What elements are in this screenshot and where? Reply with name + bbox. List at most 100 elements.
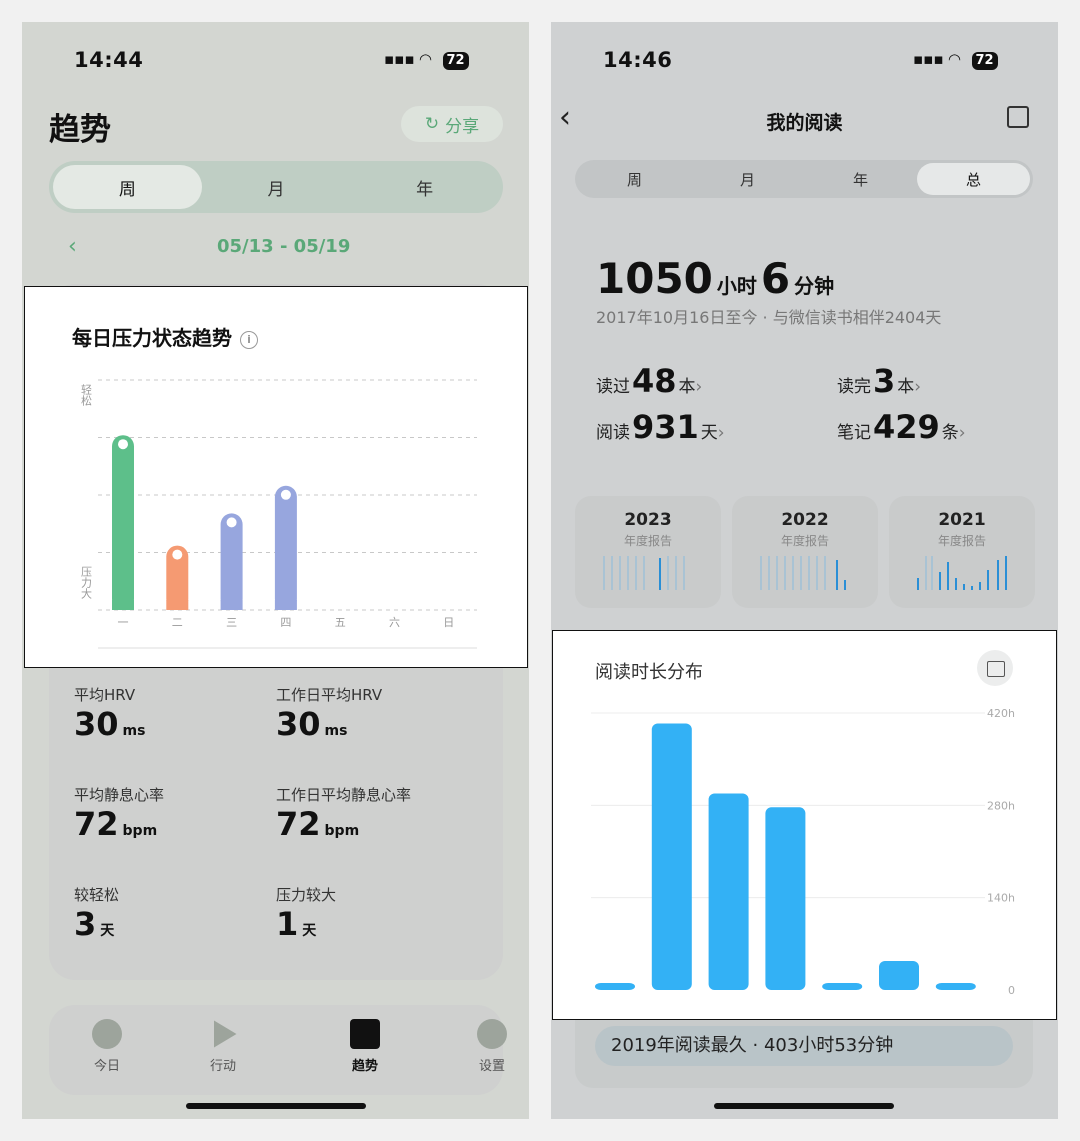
year-report-2023[interactable]: 2023 年度报告: [575, 496, 721, 608]
year-report-2022[interactable]: 2022 年度报告: [732, 496, 878, 608]
wifi-icon: ◠: [419, 50, 432, 68]
chevron-left-icon[interactable]: ‹: [68, 234, 77, 259]
chart-bar: [220, 513, 243, 610]
chart-bar: [935, 983, 976, 990]
trend-icon: [350, 1019, 380, 1049]
x-tick-label: 五: [335, 616, 346, 629]
period-segmented-control: 周 月 年: [49, 161, 503, 213]
stat-books-finished[interactable]: 读完3 本›: [837, 362, 921, 400]
chart-bar: [765, 807, 806, 990]
export-icon[interactable]: [1007, 106, 1029, 128]
phone-right-screen: 14:46 ▪▪▪ ◠ 72 ‹ 我的阅读 周 月 年 总 1050 小时6 分钟 …: [551, 22, 1058, 1119]
wifi-icon: ◠: [948, 50, 961, 68]
chart-bar: [112, 435, 134, 610]
chart-bar: [822, 983, 863, 990]
chart-point: [226, 517, 237, 528]
tab-year[interactable]: 年: [804, 163, 917, 195]
home-indicator: [186, 1103, 366, 1109]
share-icon: ↻: [424, 114, 440, 134]
x-tick-label: 日: [443, 616, 454, 629]
chart-bar: [274, 485, 297, 610]
stress-chart: 轻松压力大一 二 三 四 五 六 日: [80, 379, 477, 649]
since-text: 2017年10月16日至今 · 与微信读书相伴2404天: [596, 308, 942, 327]
stat-books-read[interactable]: 读过48 本›: [596, 362, 702, 400]
stat-value: 30 ms: [276, 705, 348, 743]
stat-label: 平均静息心率: [74, 786, 165, 804]
stat-value: 3天: [74, 905, 115, 943]
y-tick-label: 0: [1008, 984, 1015, 997]
play-icon: [214, 1020, 237, 1048]
status-icons: ▪▪▪ ◠ 72: [913, 50, 998, 70]
chart-title: 每日压力状态趋势 i: [72, 322, 258, 351]
stat-notes[interactable]: 笔记429 条›: [837, 408, 966, 446]
x-tick-label: 六: [389, 616, 400, 629]
tab-week[interactable]: 周: [578, 163, 691, 195]
signal-icon: ▪▪▪: [384, 50, 415, 68]
x-tick-label: 二: [172, 616, 183, 629]
chart-bar-base: [220, 600, 243, 610]
mini-chart: [917, 556, 1007, 590]
signal-icon: ▪▪▪: [913, 50, 944, 68]
tab-total[interactable]: 总: [917, 163, 1030, 195]
x-tick-label: 一: [118, 616, 129, 629]
chart-point: [172, 549, 183, 560]
best-year-banner: 2019年阅读最久 · 403小时53分钟: [595, 1026, 1013, 1066]
tab-month[interactable]: 月: [691, 163, 804, 195]
battery-icon: 72: [442, 52, 469, 70]
stat-workday-hrv: 工作日平均HRV 30 ms: [276, 684, 382, 743]
info-icon[interactable]: i: [240, 331, 258, 349]
distribution-chart: 0140h280h420h201820192020202120222023202…: [591, 707, 1015, 997]
stat-label: 工作日平均HRV: [276, 686, 383, 704]
status-time: 14:46: [603, 48, 673, 72]
chart-point: [280, 489, 291, 500]
mini-chart: [760, 556, 846, 590]
mini-chart: [603, 556, 685, 590]
stat-value: 1天: [276, 905, 317, 943]
nav-title: 我的阅读: [766, 112, 843, 134]
period-segmented-control: 周 月 年 总: [575, 160, 1033, 198]
distribution-title: 阅读时长分布: [595, 662, 703, 683]
tab-action[interactable]: 行动: [188, 1019, 258, 1074]
y-tick-label: 420h: [987, 707, 1015, 720]
stat-value: 72 bpm: [276, 805, 360, 843]
stat-relaxed-days: 较轻松 3天: [74, 884, 119, 943]
home-indicator: [714, 1103, 894, 1109]
chart-point: [118, 439, 128, 450]
year-report-2021[interactable]: 2021 年度报告: [889, 496, 1035, 608]
tab-bar: 今日 行动 趋势 设置: [49, 1005, 507, 1095]
stat-label: 工作日平均静息心率: [276, 786, 412, 804]
stat-value: 72 bpm: [74, 805, 158, 843]
tab-week[interactable]: 周: [53, 165, 202, 209]
y-tick-label: 280h: [987, 799, 1015, 812]
stat-label: 平均HRV: [74, 686, 136, 704]
phone-left-screen: 14:44 ▪▪▪ ◠ 72 趋势 ↻ 分享 周 月 年 ‹ 05/13 - 0…: [22, 22, 529, 1119]
tab-settings[interactable]: 设置: [457, 1019, 527, 1074]
status-time: 14:44: [74, 48, 144, 72]
calendar-icon[interactable]: [977, 650, 1013, 686]
chart-bar: [879, 960, 919, 990]
chart-bar-base: [112, 600, 134, 610]
stat-label: 压力较大: [276, 886, 337, 904]
tab-trend[interactable]: 趋势: [330, 1019, 400, 1074]
stat-workday-resting-hr: 工作日平均静息心率 72 bpm: [276, 784, 411, 843]
share-button[interactable]: ↻ 分享: [401, 106, 503, 142]
chart-bar-base: [166, 600, 189, 610]
chart-bar-base: [274, 600, 297, 610]
status-icons: ▪▪▪ ◠ 72: [384, 50, 469, 70]
stat-reading-days[interactable]: 阅读931 天›: [596, 408, 725, 446]
date-range: 05/13 - 05/19: [217, 236, 351, 257]
gear-icon: [477, 1019, 507, 1049]
x-tick-label: 三: [226, 616, 237, 629]
chart-bar: [595, 983, 635, 990]
tab-month[interactable]: 月: [202, 165, 351, 209]
clock-icon: [92, 1019, 122, 1049]
tab-year[interactable]: 年: [350, 165, 499, 209]
page-title: 趋势: [49, 112, 111, 148]
tab-today[interactable]: 今日: [72, 1019, 142, 1074]
y-tick-label: 140h: [987, 892, 1015, 905]
y-label-top: 轻松: [80, 383, 93, 406]
stat-resting-hr: 平均静息心率 72 bpm: [74, 784, 164, 843]
stat-stressed-days: 压力较大 1天: [276, 884, 336, 943]
stat-value: 30 ms: [74, 705, 146, 743]
x-tick-label: 四: [280, 616, 291, 629]
